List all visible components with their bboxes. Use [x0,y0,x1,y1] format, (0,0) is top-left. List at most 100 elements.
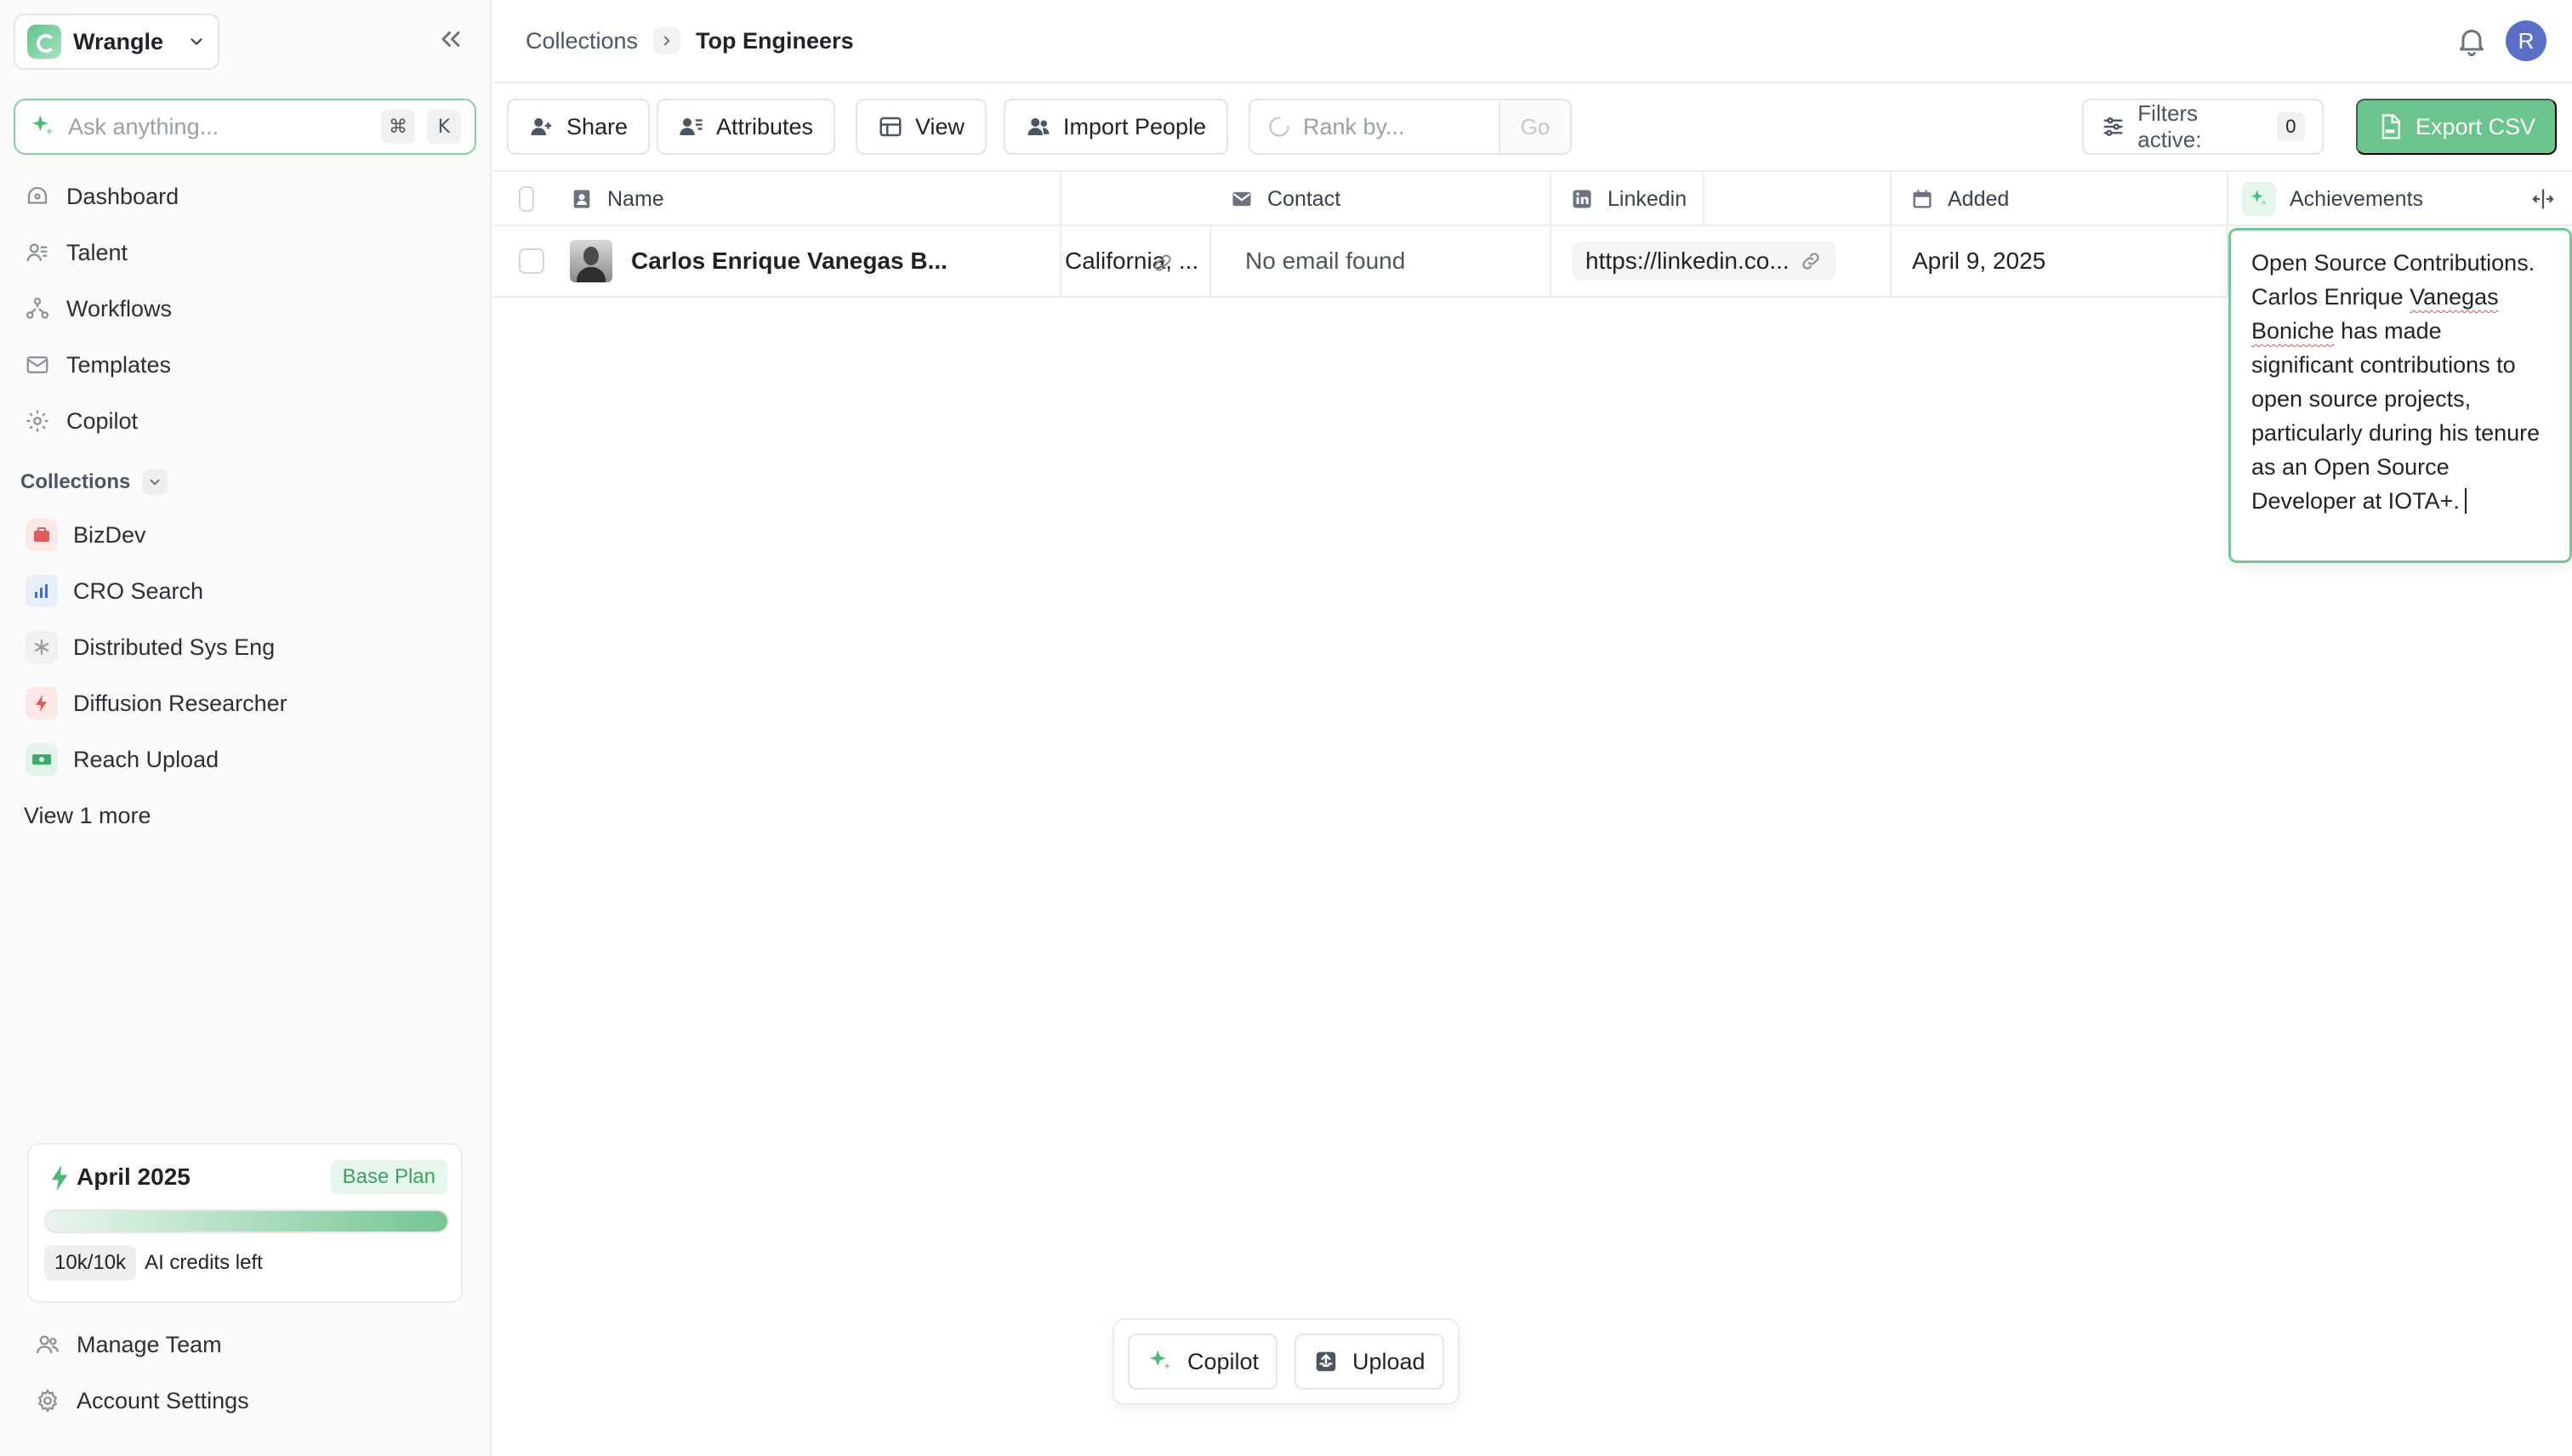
table-header: Name Contact Linkedin Added Achievements [493,170,2572,226]
collection-diffusion-researcher-label: Diffusion Researcher [73,690,287,716]
share-person-icon [531,118,552,135]
chevron-down-icon[interactable] [142,469,168,495]
column-linkedin-label: Linkedin [1608,186,1687,211]
column-achievements[interactable]: Achievements [2228,172,2572,226]
breadcrumb-current: Top Engineers [696,27,854,54]
collection-distributed-sys-eng-label: Distributed Sys Eng [73,634,276,660]
column-name-label: Name [607,186,664,211]
collection-distributed-sys-eng[interactable]: Distributed Sys Eng [20,623,476,672]
column-contact-label: Contact [1267,186,1341,211]
select-all-checkbox[interactable] [519,186,534,212]
linkedin-pill[interactable]: https://linkedin.co... [1572,242,1835,281]
column-added-label: Added [1948,186,2010,211]
csv-file-icon [2381,114,2400,139]
export-csv-label: Export CSV [2416,113,2536,139]
ask-anything-input[interactable]: Ask anything... ⌘ K [14,99,476,155]
filters-button[interactable]: Filters active: 0 [2082,99,2324,155]
credits-value: 10k/10k [44,1245,137,1281]
plan-badge: Base Plan [330,1160,447,1194]
collection-reach-upload[interactable]: Reach Upload [20,735,476,784]
column-linkedin[interactable]: Linkedin [1551,172,1892,226]
upload-tray-icon [1316,1351,1336,1372]
column-contact[interactable]: Contact [1211,172,1551,226]
loading-spinner-icon [1269,117,1289,137]
user-avatar[interactable]: R [2506,20,2546,61]
upload-button[interactable]: Upload [1295,1334,1444,1390]
cell-contact[interactable]: No email found [1211,226,1551,296]
bell-icon[interactable] [2455,24,2489,58]
collection-bizdev[interactable]: BizDev [20,510,476,560]
credits-progress-bar [44,1209,449,1233]
kbd-command: ⌘ [381,110,415,144]
nav-copilot[interactable]: Copilot [14,396,476,446]
nav-templates-label: Templates [66,351,172,378]
attributes-button[interactable]: Attributes [657,99,836,155]
templates-icon [24,351,51,378]
view-button[interactable]: View [856,99,987,155]
talent-icon [24,239,51,266]
plan-card: April 2025 Base Plan 10k/10k AI credits … [27,1143,463,1303]
import-people-button[interactable]: Import People [1004,99,1229,155]
view-label: View [915,113,965,139]
asterisk-icon [26,631,58,663]
view-more-link[interactable]: View 1 more [24,803,151,829]
linkedin-value: https://linkedin.co... [1585,247,1790,274]
contact-value: No email found [1245,247,1406,274]
collection-cro-search-label: CRO Search [73,577,204,604]
copilot-button[interactable]: Copilot [1128,1334,1278,1390]
cell-linkedin[interactable]: https://linkedin.co... [1551,226,1892,296]
nav-templates[interactable]: Templates [14,340,476,390]
manage-team-label: Manage Team [77,1331,222,1357]
select-all-cell [493,172,534,226]
attributes-label: Attributes [716,113,814,139]
top-bar: Collections Top Engineers R [493,0,2572,83]
credits-row: 10k/10k AI credits left [44,1245,263,1281]
column-added[interactable]: Added [1892,172,2228,226]
nav-talent[interactable]: Talent [14,228,476,277]
nav-workflows[interactable]: Workflows [14,284,476,333]
cell-location[interactable]: California, ... [1061,226,1211,296]
nav-copilot-label: Copilot [66,407,139,434]
column-achievements-label: Achievements [2290,186,2424,211]
people-icon [1027,118,1050,135]
collection-diffusion-researcher[interactable]: Diffusion Researcher [20,679,476,728]
rank-by-field: Rank by... [1250,114,1499,140]
collection-reach-upload-label: Reach Upload [73,746,219,772]
ai-sparkle-icon [2242,182,2276,216]
share-button[interactable]: Share [507,99,651,155]
collections-section-header[interactable]: Collections [20,469,168,495]
column-resize-icon[interactable] [2531,187,2555,211]
ask-placeholder: Ask anything... [68,113,219,139]
row-checkbox[interactable] [519,248,544,274]
location-value: California, ... [1065,247,1199,274]
go-button[interactable]: Go [1499,100,1570,153]
calendar-icon [1913,190,1932,208]
nav-talent-label: Talent [66,239,128,265]
collections-section-label: Collections [20,470,131,493]
column-name[interactable]: Name [570,172,1061,226]
manage-team-button[interactable]: Manage Team [34,1320,459,1369]
kbd-k: K [427,110,461,144]
nav-dashboard-label: Dashboard [66,183,179,209]
nav-dashboard[interactable]: Dashboard [14,172,476,221]
collapse-sidebar-icon[interactable] [435,24,466,54]
plan-title: April 2025 [77,1163,191,1190]
wrangle-logo-icon [27,25,61,59]
link-icon[interactable] [1800,250,1822,272]
export-csv-button[interactable]: Export CSV [2356,99,2557,155]
sparkle-icon [1150,1350,1170,1370]
link-icon[interactable] [1152,252,1174,274]
achievements-cell-editor[interactable]: Open Source Contributions. Carlos Enriqu… [2228,228,2572,563]
collection-cro-search[interactable]: CRO Search [20,566,476,616]
account-settings-label: Account Settings [77,1387,249,1413]
workspace-switcher[interactable]: Wrangle [14,14,219,70]
breadcrumb-collections[interactable]: Collections [526,28,638,54]
share-label: Share [566,113,629,139]
upload-button-label: Upload [1352,1348,1425,1374]
cell-added[interactable]: April 9, 2025 [1892,226,2228,296]
floating-action-bar: Copilot Upload [1112,1318,1460,1405]
gear-icon [34,1387,61,1414]
account-settings-button[interactable]: Account Settings [34,1376,459,1425]
rank-by-input[interactable]: Rank by... Go [1249,99,1572,155]
cell-name[interactable]: Carlos Enrique Vanegas B... [570,226,1061,296]
